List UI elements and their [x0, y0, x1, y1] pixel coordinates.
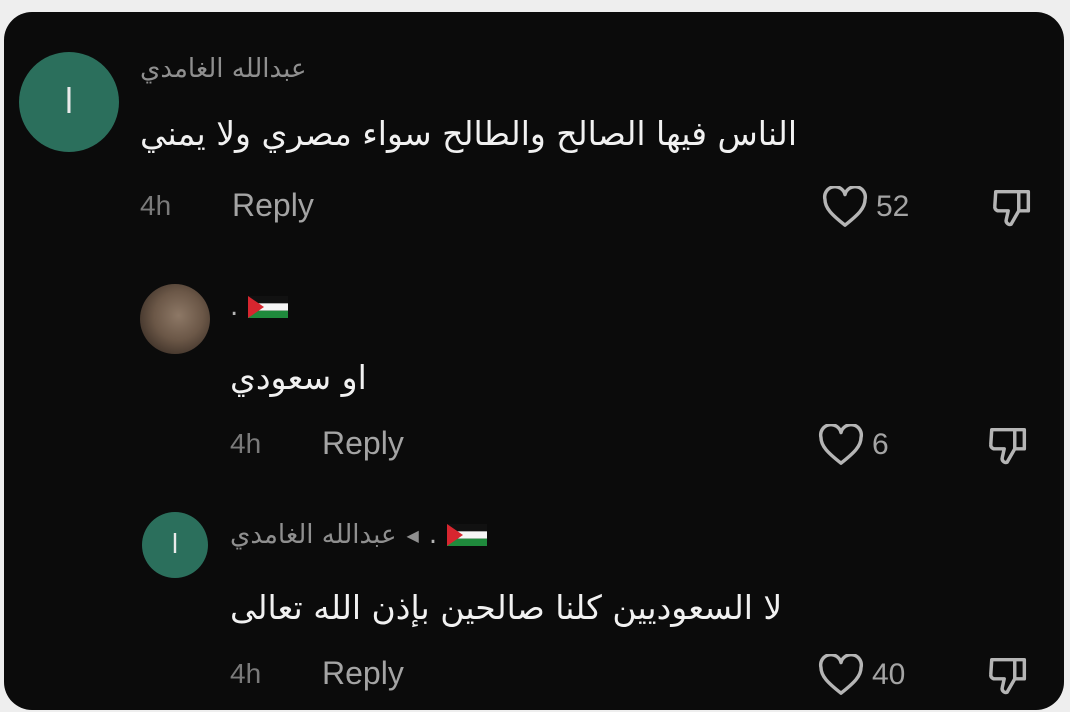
- comment-timestamp: 4h: [230, 428, 262, 459]
- heart-icon: [822, 186, 868, 227]
- like-count: 40: [872, 658, 906, 691]
- avatar[interactable]: [140, 284, 210, 354]
- heart-icon: [818, 424, 864, 465]
- thumbs-down-icon: [989, 427, 1027, 465]
- reply-button[interactable]: Reply: [322, 655, 404, 692]
- reply-to-username: .: [428, 520, 438, 550]
- dislike-button[interactable]: [990, 184, 1036, 234]
- comment-username-row[interactable]: عبدالله الغامدي ◀ .: [230, 520, 488, 550]
- heart-icon: [818, 654, 864, 695]
- reply-button[interactable]: Reply: [322, 425, 404, 462]
- comment-text: لا السعوديين كلنا صالحين بإذن الله تعالى: [230, 588, 783, 627]
- dislike-button[interactable]: [986, 652, 1032, 702]
- triangle-right-icon: ◀: [406, 525, 419, 545]
- comment-text: الناس فيها الصالح والطالح سواء مصري ولا …: [140, 114, 798, 153]
- comment-timestamp: 4h: [230, 658, 262, 689]
- dislike-button[interactable]: [986, 422, 1032, 472]
- like-button[interactable]: 6: [818, 424, 889, 466]
- comment-username-row[interactable]: .: [230, 292, 289, 322]
- comment-timestamp: 4h: [140, 190, 172, 221]
- like-button[interactable]: 40: [818, 654, 905, 696]
- comment-username: .: [230, 292, 239, 322]
- reply-button[interactable]: Reply: [232, 187, 314, 224]
- comment-username: عبدالله الغامدي: [230, 520, 397, 550]
- avatar-letter: ا: [64, 82, 74, 122]
- like-count: 52: [876, 190, 910, 223]
- like-count: 6: [872, 428, 889, 461]
- comment-thread: ا عبدالله الغامدي الناس فيها الصالح والط…: [4, 12, 1064, 710]
- thumbs-down-icon: [993, 189, 1031, 227]
- avatar[interactable]: ا: [19, 52, 119, 152]
- comment-text: او سعودي: [230, 358, 367, 397]
- palestine-flag-icon: [447, 524, 488, 546]
- avatar[interactable]: ا: [142, 512, 208, 578]
- avatar-letter: ا: [171, 530, 179, 560]
- comment-username[interactable]: عبدالله الغامدي: [140, 54, 307, 84]
- palestine-flag-icon: [248, 296, 289, 318]
- like-button[interactable]: 52: [822, 186, 909, 228]
- thumbs-down-icon: [989, 657, 1027, 695]
